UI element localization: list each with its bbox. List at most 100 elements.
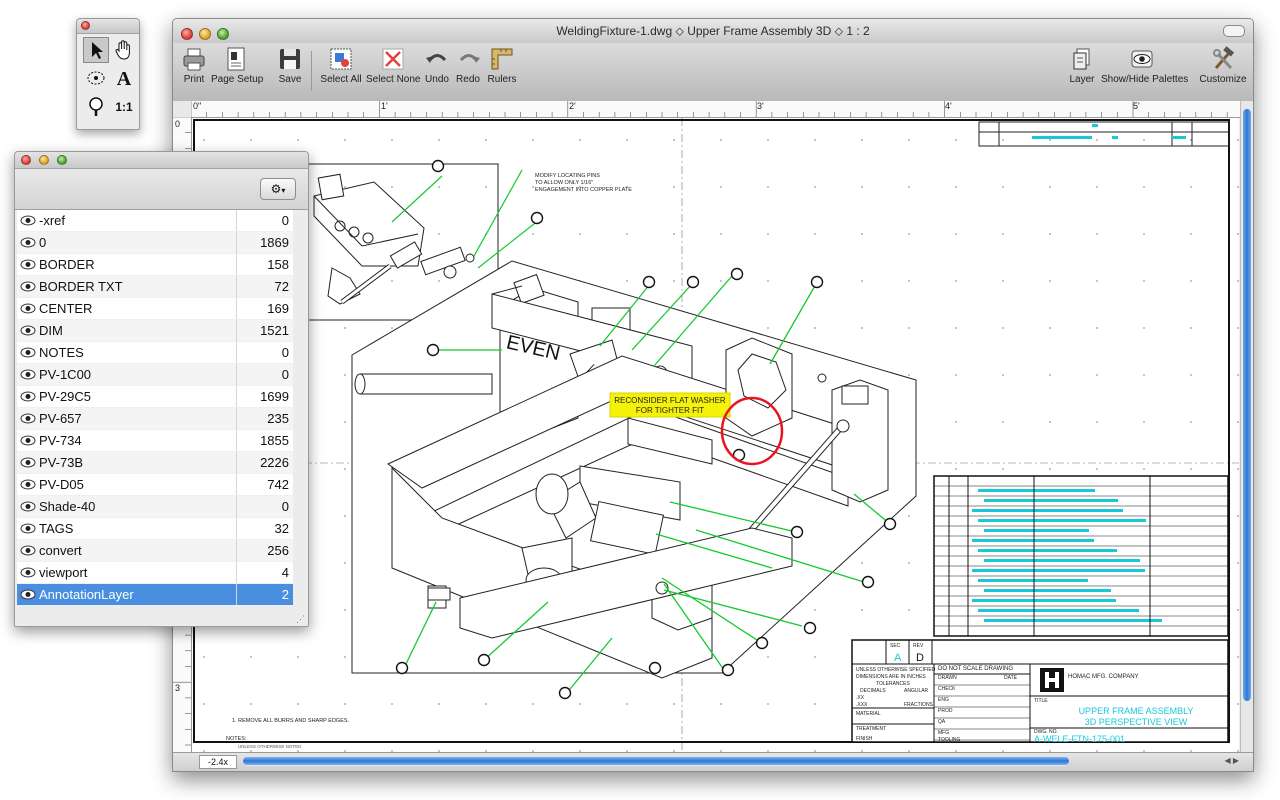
select-none-button[interactable]: Select None — [366, 46, 420, 85]
visibility-eye-icon[interactable] — [20, 215, 36, 226]
scroll-arrows-icon[interactable]: ◀ ▶ — [1224, 756, 1239, 765]
minimize-button[interactable] — [199, 28, 211, 40]
drawing-canvas[interactable]: MODIFY LOCATING PINS TO ALLOW ONLY 1/16"… — [192, 118, 1239, 752]
visibility-eye-icon[interactable] — [20, 545, 36, 556]
page-setup-button[interactable]: Page Setup — [211, 46, 263, 85]
visibility-eye-icon[interactable] — [20, 325, 36, 336]
horizontal-scrollbar[interactable] — [243, 756, 1069, 766]
visibility-eye-icon[interactable] — [20, 457, 36, 468]
visibility-eye-icon[interactable] — [20, 435, 36, 446]
visibility-eye-icon[interactable] — [20, 237, 36, 248]
customize-button[interactable]: Customize — [1199, 46, 1247, 85]
layer-object-count: 32 — [274, 521, 289, 536]
tools-palette-titlebar[interactable] — [77, 19, 139, 34]
visibility-eye-icon[interactable] — [20, 567, 36, 578]
layer-name: Shade-40 — [39, 499, 96, 514]
layers-action-bar: ⚙▾ — [15, 169, 308, 210]
actual-size-tool[interactable]: 1:1 — [111, 93, 137, 119]
window-titlebar[interactable]: WeldingFixture-1.dwg ⬦ Upper Frame Assem… — [173, 19, 1253, 44]
close-button[interactable] — [81, 21, 90, 30]
layer-row[interactable]: NOTES 0 — [17, 342, 293, 364]
zoom-button[interactable] — [57, 155, 67, 165]
visibility-eye-icon[interactable] — [20, 259, 36, 270]
markup-annotation[interactable]: RECONSIDER FLAT WASHER FOR TIGHTER FIT — [609, 392, 731, 418]
layer-row[interactable]: PV-29C5 1699 — [17, 386, 293, 408]
layer-row[interactable]: Shade-40 0 — [17, 496, 293, 518]
vertical-scrollbar[interactable] — [1240, 101, 1253, 753]
layer-object-count: 169 — [267, 301, 289, 316]
detail-note-line-2: TO ALLOW ONLY 1/16" — [535, 180, 593, 186]
visibility-eye-icon[interactable] — [20, 369, 36, 380]
horizontal-ruler[interactable]: 0" 1' 2' 3' 4' 5' — [191, 101, 1241, 118]
layer-row[interactable]: 0 1869 — [17, 232, 293, 254]
layer-row[interactable]: AnnotationLayer 2 — [17, 584, 293, 606]
zoom-button[interactable] — [217, 28, 229, 40]
layer-row[interactable]: PV-657 235 — [17, 408, 293, 430]
visibility-eye-icon[interactable] — [20, 479, 36, 490]
layer-row[interactable]: CENTER 169 — [17, 298, 293, 320]
layer-row[interactable]: TAGS 32 — [17, 518, 293, 540]
zoom-level-field[interactable]: -2.4x — [199, 755, 237, 769]
layers-palette-titlebar[interactable] — [15, 152, 308, 169]
save-button[interactable]: Save — [277, 46, 303, 85]
do-not-scale-note: DO NOT SCALE DRAWING — [938, 666, 1013, 672]
redo-icon — [456, 46, 482, 72]
select-all-button[interactable]: Select All — [319, 46, 363, 85]
layer-row[interactable]: convert 256 — [17, 540, 293, 562]
ruler-ticks — [191, 101, 1228, 117]
layer-button[interactable]: Layer — [1069, 46, 1095, 85]
layer-actions-menu-button[interactable]: ⚙▾ — [260, 178, 296, 200]
layer-object-count: 2226 — [260, 455, 289, 470]
show-hide-palettes-button[interactable]: Show/Hide Palettes — [1101, 46, 1188, 85]
close-button[interactable] — [21, 155, 31, 165]
zoom-region-tool[interactable] — [83, 65, 109, 91]
toolbar-toggle-button[interactable] — [1223, 25, 1245, 37]
layer-name: TAGS — [39, 521, 74, 536]
horizontal-scroll-thumb[interactable] — [243, 757, 1069, 765]
column-divider — [236, 518, 237, 539]
select-all-icon — [328, 46, 354, 72]
ruler-label: 3 — [175, 683, 181, 693]
layer-row[interactable]: viewport 4 — [17, 562, 293, 584]
layer-row[interactable]: DIM 1521 — [17, 320, 293, 342]
layer-object-count: 0 — [281, 367, 289, 382]
hand-tool[interactable] — [111, 37, 137, 63]
visibility-eye-icon[interactable] — [20, 347, 36, 358]
rulers-button[interactable]: Rulers — [487, 46, 517, 85]
magnify-tool[interactable] — [83, 93, 109, 119]
visibility-eye-icon[interactable] — [20, 589, 36, 600]
minimize-button[interactable] — [39, 155, 49, 165]
ruler-icon — [489, 46, 515, 72]
visibility-eye-icon[interactable] — [20, 391, 36, 402]
layer-name: PV-D05 — [39, 477, 84, 492]
ruler-label: 1' — [381, 101, 388, 111]
layer-row[interactable]: BORDER 158 — [17, 254, 293, 276]
column-divider — [236, 210, 237, 231]
layer-row[interactable]: PV-1C00 0 — [17, 364, 293, 386]
visibility-eye-icon[interactable] — [20, 303, 36, 314]
layer-row[interactable]: BORDER TXT 72 — [17, 276, 293, 298]
undo-button[interactable]: Undo — [424, 46, 450, 85]
notes-heading: NOTES: — [226, 736, 247, 742]
layer-name: convert — [39, 543, 82, 558]
layer-row[interactable]: PV-D05 742 — [17, 474, 293, 496]
visibility-eye-icon[interactable] — [20, 281, 36, 292]
tb-title-label: TITLE — [1034, 698, 1048, 704]
print-button[interactable]: Print — [179, 46, 209, 85]
redo-button[interactable]: Redo — [456, 46, 480, 85]
layer-row[interactable]: PV-734 1855 — [17, 430, 293, 452]
tb-unless: UNLESS OTHERWISE SPECIFIED — [856, 667, 936, 673]
resize-grip-icon[interactable]: ⋰ — [296, 614, 306, 624]
ruler-label: 5' — [1133, 101, 1140, 111]
notes-line: 1. REMOVE ALL BURRS AND SHARP EDGES. — [232, 718, 350, 724]
layer-row[interactable]: -xref 0 — [17, 210, 293, 232]
visibility-eye-icon[interactable] — [20, 501, 36, 512]
close-button[interactable] — [181, 28, 193, 40]
visibility-eye-icon[interactable] — [20, 523, 36, 534]
text-tool[interactable]: A — [111, 65, 137, 91]
layer-list: -xref 0 0 1869 BORDER 158 BORDER TXT 72 CENTER 16… — [17, 210, 293, 606]
vertical-scroll-thumb[interactable] — [1243, 109, 1251, 701]
layer-row[interactable]: PV-73B 2226 — [17, 452, 293, 474]
arrow-tool[interactable] — [83, 37, 109, 63]
visibility-eye-icon[interactable] — [20, 413, 36, 424]
